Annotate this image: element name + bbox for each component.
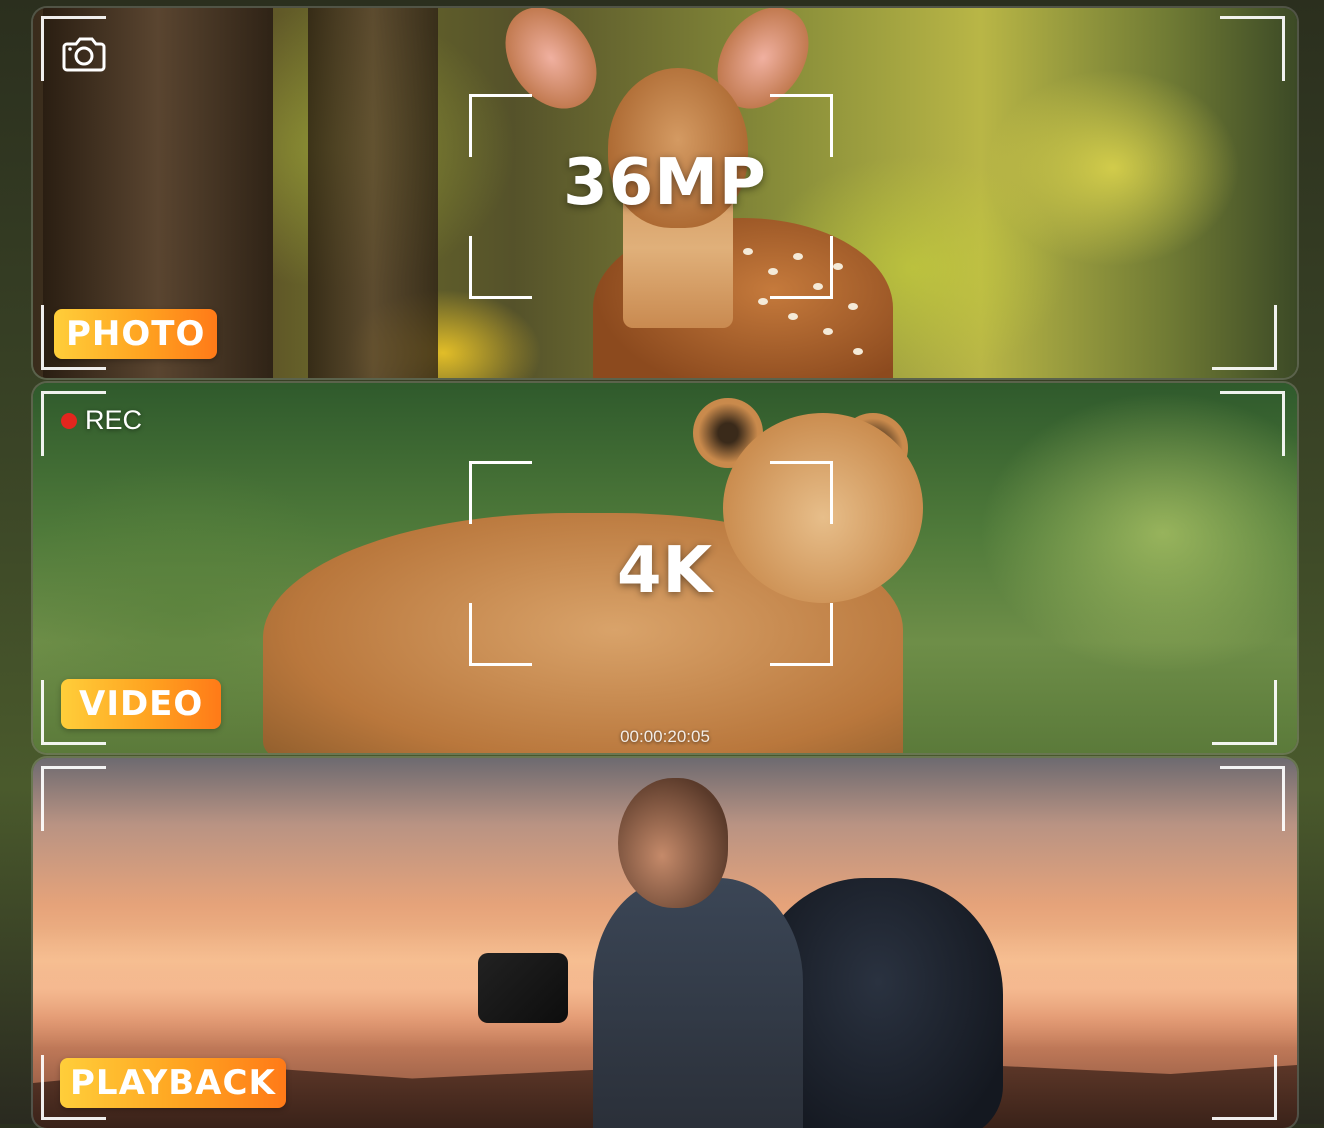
photographer-head [618,778,728,908]
photo-mode-badge[interactable]: PHOTO [54,309,218,359]
viewfinder-corner-bottom-right [1212,305,1277,370]
viewfinder-corner-top-right [1220,766,1285,831]
handheld-camera [478,953,568,1023]
viewfinder-corner-top-left [41,766,106,831]
recording-indicator: REC [61,405,142,436]
photo-resolution-headline: 36MP [563,146,767,220]
photo-mode-panel: 36MP PHOTO [33,8,1297,378]
viewfinder-corner-top-right [1220,16,1285,81]
viewfinder-corner-bottom-right [1212,1055,1277,1120]
camera-icon[interactable] [61,34,107,74]
video-mode-badge[interactable]: VIDEO [61,679,222,729]
playback-mode-badge[interactable]: PLAYBACK [60,1058,286,1108]
rec-label: REC [85,405,143,435]
video-timecode: 00:00:20:05 [620,727,710,746]
video-resolution-headline: 4K [616,534,714,608]
record-dot-icon [61,412,77,429]
viewfinder-corner-top-right [1220,391,1285,456]
playback-mode-panel: PLAYBACK [33,758,1297,1128]
video-mode-panel: REC 4K VIDEO 00:00:20:05 [33,383,1297,753]
photographer-body [593,878,803,1128]
